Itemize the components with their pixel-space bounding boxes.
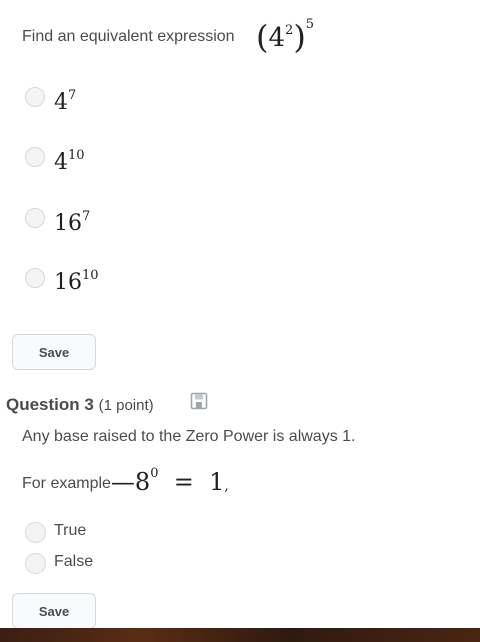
question-2-expression: (42)5	[256, 17, 315, 56]
radio-button[interactable]	[25, 553, 46, 574]
option-label: 167	[54, 209, 91, 236]
radio-button[interactable]	[25, 147, 45, 167]
radio-button[interactable]	[25, 87, 45, 107]
option-label: False	[54, 553, 94, 570]
question-points: (1 point)	[98, 397, 154, 414]
question-3-statement: Any base raised to the Zero Power is alw…	[22, 428, 356, 445]
bottom-background-strip	[0, 628, 480, 642]
option-label: 47	[54, 88, 77, 115]
save-button[interactable]: Save	[12, 593, 96, 629]
option-label: 1610	[54, 268, 99, 295]
floppy-disk-icon[interactable]	[190, 392, 208, 410]
radio-button[interactable]	[25, 268, 45, 288]
option-label: True	[54, 522, 87, 539]
question-3-header: Question 3 (1 point)	[6, 395, 154, 415]
radio-button[interactable]	[25, 208, 45, 228]
option-label: 410	[54, 148, 85, 175]
question-title: Question 3	[6, 395, 94, 414]
question-2-prompt: Find an equivalent expression	[22, 28, 235, 45]
question-3-example: For example—80 = 1,	[22, 466, 229, 496]
save-button[interactable]: Save	[12, 334, 96, 370]
radio-button[interactable]	[25, 522, 46, 543]
